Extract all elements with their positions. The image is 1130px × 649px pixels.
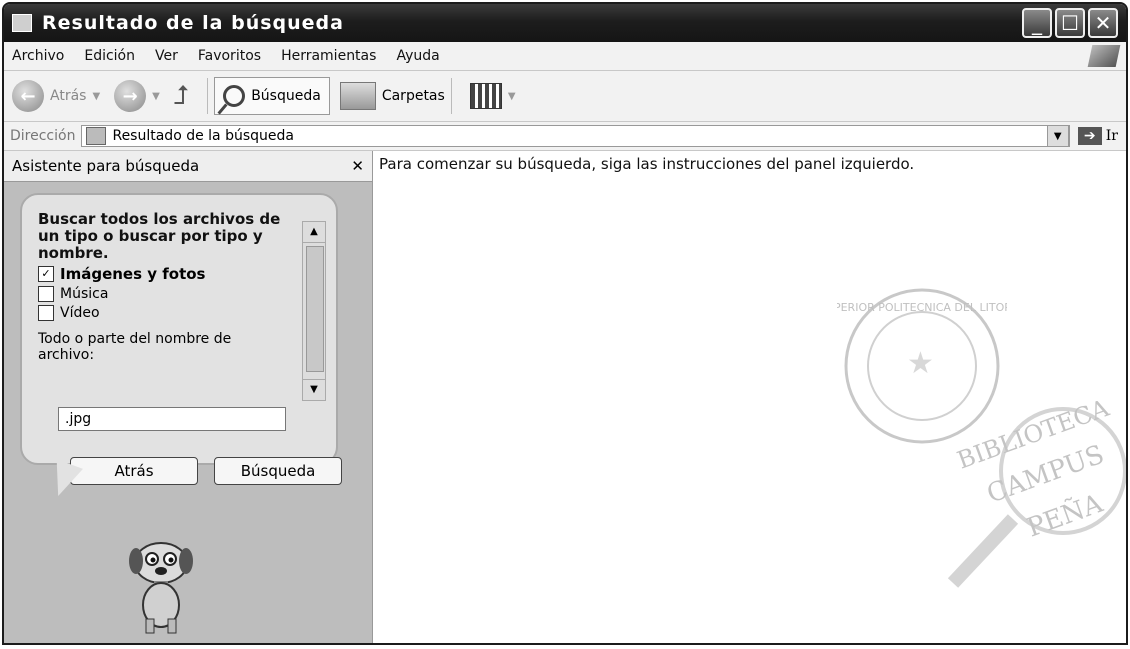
- address-label: Dirección: [10, 128, 76, 144]
- forward-arrow-icon[interactable]: →: [114, 80, 147, 112]
- views-icon: [469, 83, 502, 109]
- search-submit-button[interactable]: Búsqueda: [214, 457, 342, 485]
- forward-dropdown-icon[interactable]: ▼: [152, 91, 160, 102]
- folder-icon: [339, 82, 376, 110]
- option-images-label: Imágenes y fotos: [60, 265, 206, 283]
- title-bar[interactable]: Resultado de la búsqueda _ ☐ ✕: [4, 4, 1126, 42]
- maximize-button[interactable]: ☐: [1055, 8, 1085, 38]
- bubble-content: Buscar todos los archivos de un tipo o b…: [38, 211, 286, 363]
- back-arrow-icon[interactable]: ←: [12, 80, 44, 112]
- search-button-label: Búsqueda: [251, 88, 321, 104]
- windows-logo-icon: [1087, 45, 1121, 67]
- address-bar: Dirección Resultado de la búsqueda ▼ ➔ I…: [4, 122, 1126, 151]
- library-stamp: BIBLIOTECA CAMPUS PEÑA: [947, 401, 1126, 588]
- results-pane: Para comenzar su búsqueda, siga las inst…: [373, 151, 1126, 643]
- search-companion-pane: Asistente para búsqueda ✕ Buscar todos l…: [4, 151, 373, 643]
- close-pane-icon[interactable]: ✕: [351, 157, 364, 175]
- option-video[interactable]: Vídeo: [38, 305, 286, 321]
- up-folder-icon[interactable]: ⮥: [174, 81, 189, 112]
- scroll-down-icon[interactable]: ▼: [303, 379, 325, 400]
- magnifier-icon: [223, 85, 246, 107]
- minimize-button[interactable]: _: [1022, 8, 1052, 38]
- go-label: Ir: [1105, 128, 1118, 144]
- back-dropdown-icon[interactable]: ▼: [92, 91, 100, 102]
- pane-header: Asistente para búsqueda ✕: [4, 151, 372, 182]
- menu-favoritos[interactable]: Favoritos: [198, 48, 261, 64]
- bubble-scrollbar[interactable]: ▲ ▼: [302, 221, 326, 401]
- folders-button[interactable]: Carpetas: [339, 82, 445, 110]
- menu-ver[interactable]: Ver: [155, 48, 178, 64]
- search-button[interactable]: Búsqueda: [214, 77, 330, 115]
- go-button[interactable]: ➔ Ir: [1077, 127, 1118, 145]
- filename-input[interactable]: .jpg: [58, 407, 286, 431]
- option-video-label: Vídeo: [60, 305, 100, 321]
- go-arrow-icon: ➔: [1077, 127, 1102, 145]
- address-value: Resultado de la búsqueda: [112, 128, 294, 144]
- menu-herramientas[interactable]: Herramientas: [281, 48, 376, 64]
- toolbar-separator: [450, 78, 452, 114]
- pane-title: Asistente para búsqueda: [12, 157, 200, 175]
- checkbox-icon[interactable]: [38, 286, 54, 302]
- folders-button-label: Carpetas: [381, 88, 445, 104]
- option-images[interactable]: ✓ Imágenes y fotos: [38, 265, 286, 283]
- option-music-label: Música: [60, 286, 109, 302]
- scroll-thumb[interactable]: [306, 246, 324, 372]
- explorer-window: Resultado de la búsqueda _ ☐ ✕ Archivo E…: [2, 2, 1128, 645]
- address-field[interactable]: Resultado de la búsqueda ▼: [81, 125, 1070, 147]
- filename-label: Todo o parte del nombre de archivo:: [38, 331, 232, 363]
- menu-ayuda[interactable]: Ayuda: [396, 48, 439, 64]
- back-button-label[interactable]: Atrás: [50, 88, 86, 104]
- instructions-message: Para comenzar su búsqueda, siga las inst…: [379, 155, 915, 173]
- views-button[interactable]: ▼: [469, 83, 530, 109]
- toolbar-separator: [207, 78, 209, 114]
- svg-text:PEÑA: PEÑA: [1022, 486, 1107, 543]
- content-area: Asistente para búsqueda ✕ Buscar todos l…: [4, 151, 1126, 643]
- menu-bar: Archivo Edición Ver Favoritos Herramient…: [4, 42, 1126, 71]
- views-dropdown-icon: ▼: [507, 90, 516, 102]
- back-button[interactable]: Atrás: [70, 457, 198, 485]
- search-heading: Buscar todos los archivos de un tipo o b…: [38, 210, 281, 262]
- option-music[interactable]: Música: [38, 286, 286, 302]
- menu-edicion[interactable]: Edición: [84, 48, 135, 64]
- svg-text:SUPERIOR POLITECNICA DEL LITOR: SUPERIOR POLITECNICA DEL LITORAL: [837, 301, 1007, 314]
- checkbox-checked-icon[interactable]: ✓: [38, 266, 54, 282]
- menu-archivo[interactable]: Archivo: [12, 48, 64, 64]
- window-title: Resultado de la búsqueda: [42, 12, 344, 34]
- close-button[interactable]: ✕: [1088, 8, 1118, 38]
- search-window-icon: [12, 14, 32, 32]
- address-dropdown-icon[interactable]: ▼: [1046, 125, 1069, 147]
- toolbar: ← Atrás ▼ → ▼ ⮥ Búsqueda Carpetas ▼: [4, 71, 1126, 122]
- svg-text:★: ★: [907, 346, 934, 381]
- search-bubble: Buscar todos los archivos de un tipo o b…: [20, 193, 342, 485]
- scroll-up-icon[interactable]: ▲: [303, 222, 325, 243]
- search-dog-icon[interactable]: [116, 535, 206, 635]
- search-results-icon: [86, 127, 107, 145]
- checkbox-icon[interactable]: [38, 305, 54, 321]
